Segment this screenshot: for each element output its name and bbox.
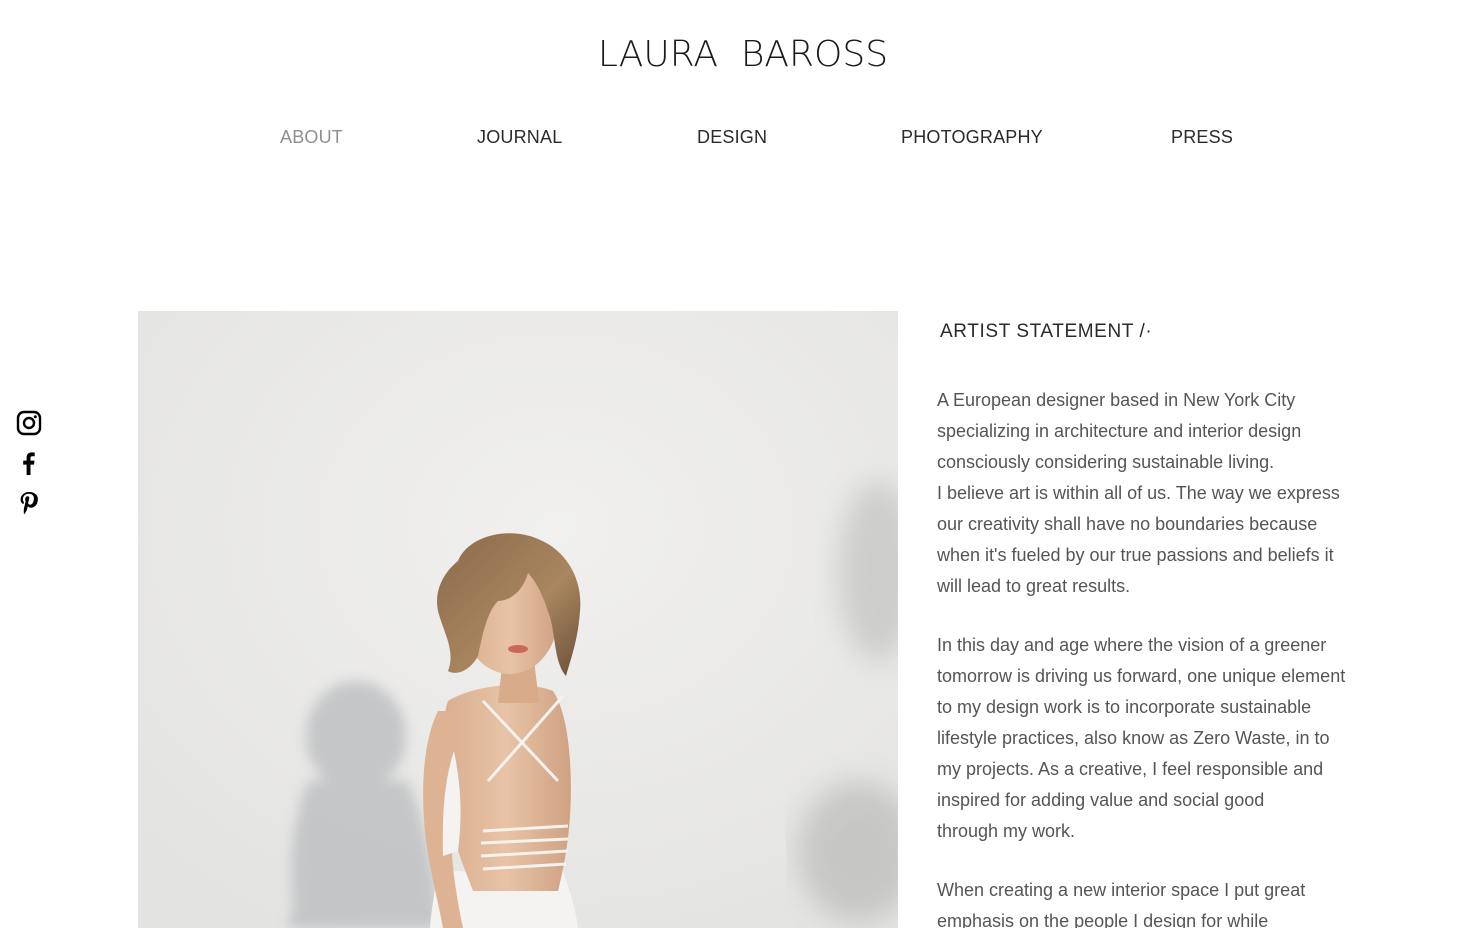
statement-body: A European designer based in New York Ci… (937, 385, 1377, 928)
facebook-icon[interactable] (15, 450, 43, 478)
statement-line: tomorrow is driving us forward, one uniq… (937, 666, 1346, 686)
statement-line: emphasis on the people I design for whil… (937, 911, 1269, 928)
statement-line: will lead to great results. (937, 576, 1131, 596)
statement-heading: ARTIST STATEMENT /· (940, 321, 1153, 342)
statement-line: consciously considering sustainable livi… (937, 452, 1275, 472)
nav-item-about[interactable]: ABOUT (280, 127, 343, 148)
artist-statement: ARTIST STATEMENT /· A European designer … (937, 318, 1377, 928)
statement-line: I believe art is within all of us. The w… (937, 483, 1340, 503)
pinterest-icon[interactable] (15, 490, 43, 518)
statement-line: When creating a new interior space I put… (937, 880, 1306, 900)
statement-line: A European designer based in New York Ci… (937, 390, 1296, 410)
statement-line: through my work. (937, 821, 1076, 841)
statement-line: when it's fueled by our true passions an… (937, 545, 1334, 565)
instagram-icon[interactable] (15, 410, 43, 438)
site-title[interactable]: LAURA BAROSS (0, 34, 1466, 75)
statement-line: my projects. As a creative, I feel respo… (937, 759, 1324, 779)
nav-item-design[interactable]: DESIGN (697, 127, 767, 148)
portrait-photo (138, 311, 898, 928)
site-title-text: LAURA BAROSS (597, 34, 889, 75)
statement-line: lifestyle practices, also know as Zero W… (937, 728, 1330, 748)
statement-line: inspired for adding value and social goo… (937, 790, 1265, 810)
statement-line: specializing in architecture and interio… (937, 421, 1302, 441)
statement-line: In this day and age where the vision of … (937, 635, 1327, 655)
main-nav: ABOUT JOURNAL DESIGN PHOTOGRAPHY PRESS (0, 127, 1466, 151)
social-bar (15, 409, 43, 530)
nav-item-photography[interactable]: PHOTOGRAPHY (901, 127, 1043, 148)
page: LAURA BAROSS ABOUT JOURNAL DESIGN PHOTOG… (0, 0, 1466, 928)
nav-item-journal[interactable]: JOURNAL (477, 127, 562, 148)
statement-line: our creativity shall have no boundaries … (937, 514, 1318, 534)
nav-item-press[interactable]: PRESS (1171, 127, 1233, 148)
statement-line: to my design work is to incorporate sust… (937, 697, 1312, 717)
